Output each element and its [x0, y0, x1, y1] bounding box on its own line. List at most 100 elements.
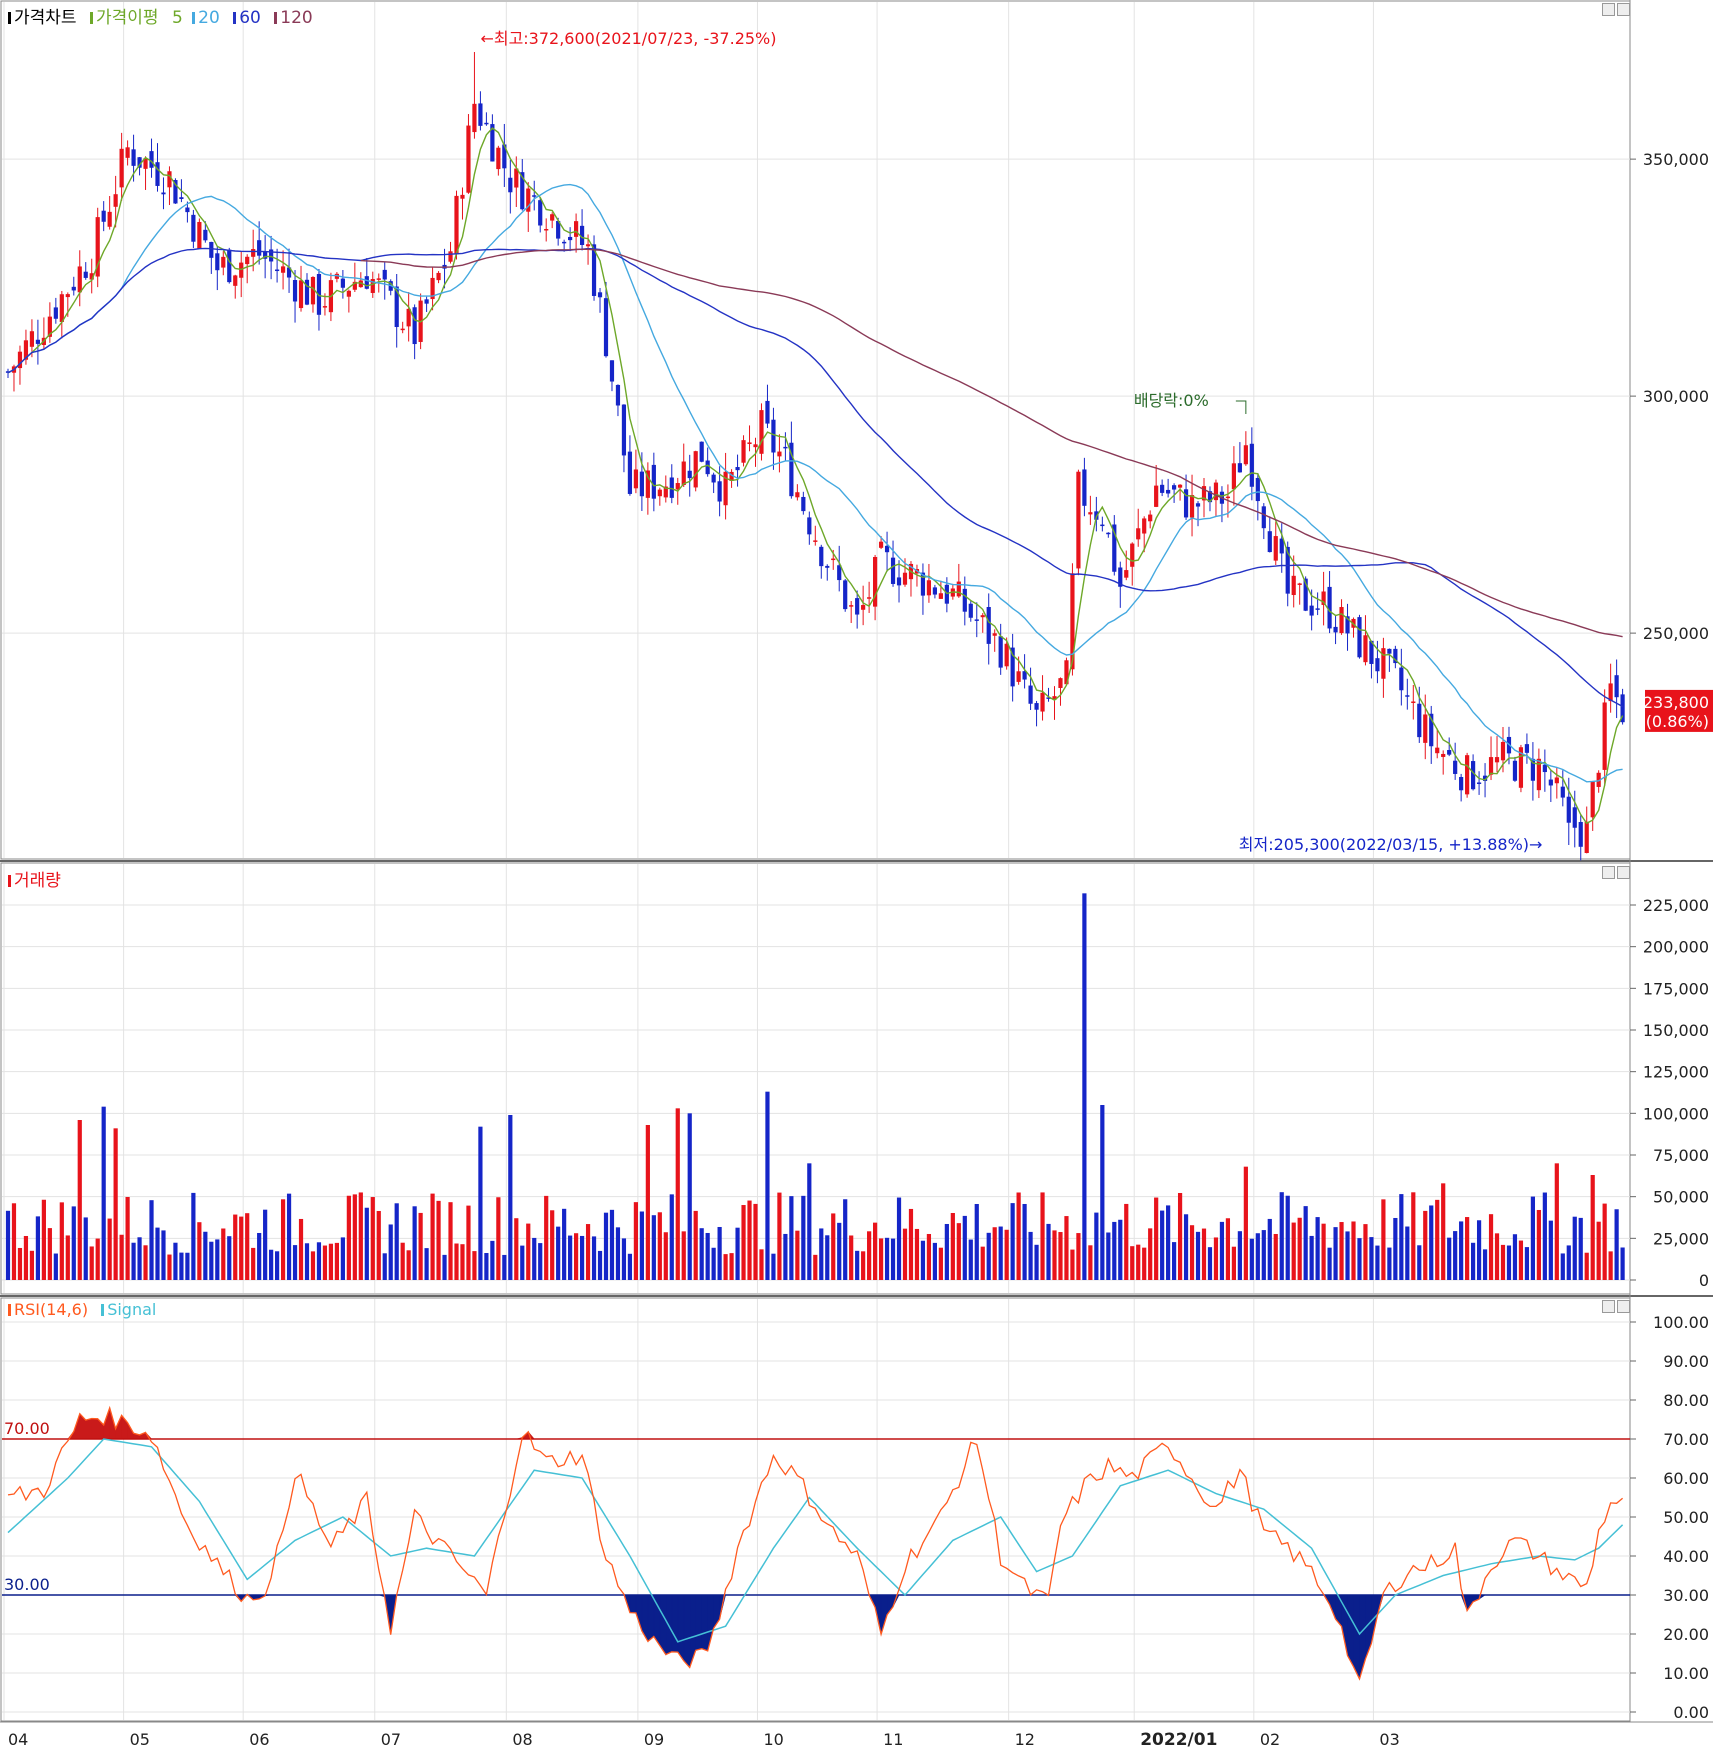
volume-bar: [639, 1211, 644, 1280]
rsi-tick-label: 70.00: [1663, 1430, 1709, 1449]
volume-bar: [1488, 1214, 1494, 1280]
volume-bar: [1040, 1192, 1045, 1280]
volume-bar: [1160, 1210, 1165, 1280]
x-tick-label: 09: [644, 1730, 664, 1749]
candle-body: [747, 442, 752, 445]
candle-body: [1459, 776, 1464, 791]
volume-bar: [645, 1125, 650, 1280]
volume-bar: [1166, 1205, 1171, 1280]
volume-bar: [1243, 1166, 1248, 1280]
candle-body: [478, 103, 483, 126]
candle-body: [346, 290, 351, 297]
volume-bar: [406, 1250, 411, 1280]
volume-bar: [1034, 1244, 1039, 1280]
volume-bar: [849, 1235, 854, 1280]
chart-canvas[interactable]: 350,000 300,000 250,000 ←최고:372,600(2021/07…: [0, 0, 1713, 1752]
rsi-tick-label: 50.00: [1663, 1508, 1709, 1527]
volume-bar: [795, 1230, 800, 1280]
ma60-label: 60: [233, 8, 265, 28]
candle-body: [179, 197, 184, 200]
volume-bar: [358, 1192, 363, 1280]
candle-body: [1160, 484, 1165, 493]
volume-bar: [998, 1226, 1003, 1280]
volume-panel-minimize-button[interactable]: [1602, 866, 1615, 879]
volume-bar: [245, 1213, 250, 1280]
candle-body: [1572, 807, 1577, 828]
candle-body: [1243, 445, 1248, 465]
candle-body: [1447, 750, 1452, 755]
volume-bar: [209, 1241, 214, 1280]
price-tick-label: 250,000: [1643, 624, 1709, 643]
x-tick-label: 06: [249, 1730, 269, 1749]
candle-body: [562, 241, 567, 244]
candle-body: [759, 410, 764, 454]
volume-bar: [1584, 1252, 1589, 1280]
volume-bar: [1333, 1227, 1338, 1280]
volume-bar: [466, 1205, 471, 1280]
volume-bar: [890, 1238, 896, 1280]
volume-bar: [1285, 1195, 1290, 1280]
candle-body: [209, 241, 214, 258]
rsi-panel-minimize-button[interactable]: [1602, 1300, 1615, 1313]
candle-body: [538, 200, 543, 226]
volume-bar: [1530, 1196, 1535, 1280]
volume-bar: [1441, 1183, 1446, 1280]
candle-body: [113, 194, 118, 207]
rsi-tick-label: 80.00: [1663, 1391, 1709, 1410]
candle-body: [1602, 702, 1607, 770]
rsi-tick-label: 40.00: [1663, 1547, 1709, 1566]
candle-body: [107, 211, 112, 227]
candle-body: [1512, 760, 1518, 781]
volume-bar: [1219, 1221, 1225, 1280]
volume-bar: [1614, 1209, 1619, 1280]
volume-bar: [328, 1243, 334, 1280]
rsi-panel-close-button[interactable]: [1617, 1300, 1630, 1313]
volume-bar: [1255, 1233, 1260, 1280]
candle-body: [884, 545, 890, 553]
volume-bar: [1578, 1217, 1583, 1280]
volume-bar: [1435, 1199, 1440, 1280]
volume-bar: [322, 1245, 328, 1280]
candle-body: [1339, 607, 1344, 634]
candle-body: [1177, 484, 1183, 488]
ma120-text: 120: [280, 8, 313, 28]
candle-body: [436, 272, 441, 281]
candle-body: [550, 214, 555, 221]
price-panel-minimize-button[interactable]: [1602, 3, 1615, 16]
volume-bar: [1261, 1230, 1266, 1280]
candle-body: [161, 192, 166, 195]
candle-body: [1255, 477, 1260, 502]
candle-body: [986, 607, 991, 644]
price-panel-close-button[interactable]: [1617, 3, 1630, 16]
rsi-legend: RSI(14,6): [8, 1300, 92, 1319]
volume-bar: [340, 1237, 345, 1280]
candle-body: [1566, 796, 1571, 823]
volume-bar: [424, 1248, 429, 1280]
volume-bar: [621, 1238, 627, 1280]
candle-body: [1058, 678, 1063, 688]
volume-bar: [77, 1120, 82, 1280]
volume-bar: [1225, 1218, 1231, 1280]
candle-body: [185, 207, 190, 213]
candle-body: [1267, 531, 1272, 553]
volume-bar: [687, 1113, 692, 1280]
volume-panel-close-button[interactable]: [1617, 866, 1630, 879]
volume-bar: [681, 1231, 686, 1280]
price-title-text: 가격차트: [14, 8, 77, 28]
candle-body: [298, 280, 304, 309]
volume-bar: [968, 1239, 973, 1280]
volume-bar: [861, 1251, 866, 1280]
volume-bar: [1136, 1244, 1141, 1280]
volume-bar: [1548, 1220, 1553, 1280]
volume-bar: [950, 1212, 955, 1280]
volume-bar: [1112, 1221, 1117, 1280]
volume-bar: [496, 1197, 501, 1280]
volume-bar: [938, 1247, 943, 1280]
stock-chart-window: 350,000 300,000 250,000 ←최고:372,600(2021/07…: [0, 0, 1713, 1752]
volume-bar: [1524, 1247, 1530, 1280]
candle-body: [1189, 495, 1195, 518]
volume-bar: [1022, 1203, 1027, 1280]
candle-body: [233, 275, 238, 286]
volume-bar: [807, 1163, 812, 1280]
candle-body: [412, 307, 417, 345]
